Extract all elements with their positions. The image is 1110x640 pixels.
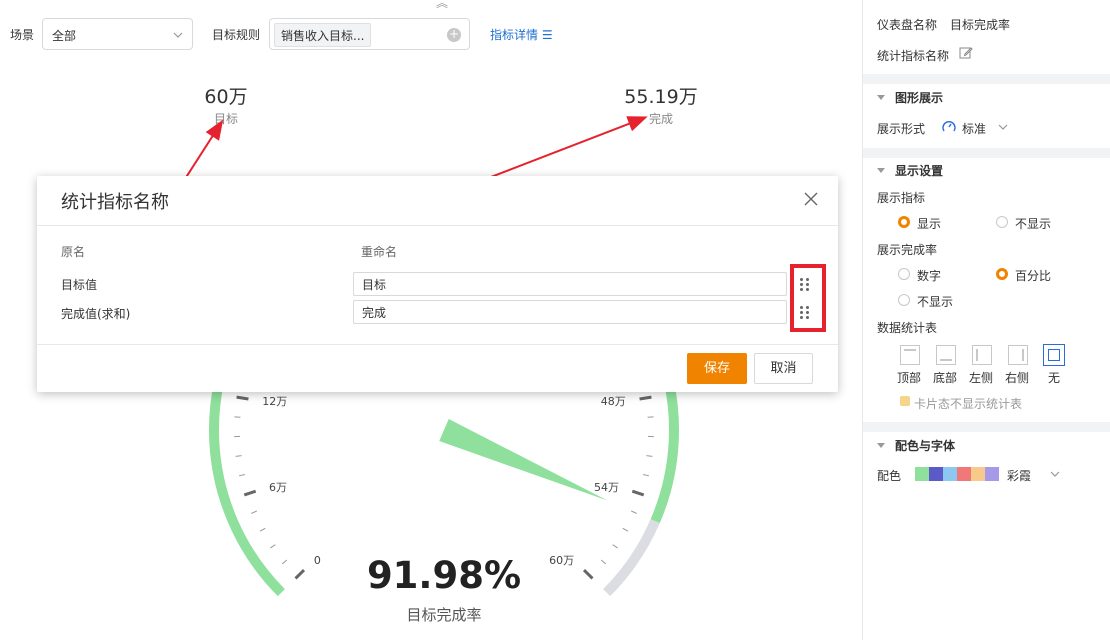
gauge-minor-tick — [238, 474, 246, 477]
gauge-tick-label: 60万 — [549, 554, 574, 567]
gauge-minor-tick — [642, 474, 650, 477]
radio-hide-label: 不显示 — [1015, 217, 1052, 231]
radio-rate-number-label: 数字 — [917, 269, 942, 283]
data-table-label: 数据统计表 — [877, 321, 938, 335]
divider — [37, 225, 838, 226]
collapse-triangle-icon — [877, 443, 885, 448]
gauge-major-tick — [294, 568, 306, 580]
gauge-minor-tick — [281, 559, 288, 565]
palette-value: 彩霞 — [1007, 469, 1032, 483]
stat-name-label: 统计指标名称 — [877, 49, 950, 63]
gauge-minor-tick — [622, 527, 629, 532]
gauge-tick-label: 54万 — [594, 481, 619, 494]
rename-input[interactable] — [353, 300, 787, 324]
gauge-major-tick — [631, 489, 645, 497]
divider — [37, 344, 838, 345]
table-bottom-label: 底部 — [933, 371, 958, 385]
table-right-label: 右侧 — [1005, 371, 1030, 385]
display-form-label: 展示形式 — [877, 122, 926, 136]
col-original-header: 原名 — [61, 245, 86, 259]
save-button[interactable]: 保存 — [687, 353, 747, 384]
collapse-triangle-icon — [877, 95, 885, 100]
gauge-major-tick — [236, 395, 249, 401]
show-rate-label: 展示完成率 — [877, 243, 938, 257]
completion-label: 目标完成率 — [406, 606, 482, 624]
show-indicator-label: 展示指标 — [877, 191, 926, 205]
dashboard-name-label: 仪表盘名称 — [877, 18, 938, 32]
radio-rate-number[interactable] — [898, 268, 910, 280]
palette-swatch — [943, 467, 957, 481]
gauge-minor-tick — [270, 544, 276, 549]
section-separator — [863, 422, 1110, 432]
color-section-title: 配色与字体 — [895, 439, 956, 453]
completion-percent: 91.98% — [366, 554, 522, 597]
display-section-title: 显示设置 — [895, 164, 944, 178]
original-name: 目标值 — [61, 278, 98, 292]
close-icon[interactable] — [802, 190, 820, 208]
graph-section-header[interactable]: 图形展示 — [877, 89, 943, 106]
edit-icon[interactable] — [959, 46, 973, 60]
dashboard-canvas: ︽ 场景 全部 目标规则 销售收入目标... + 指标详情 ☰ 60万 目标 5… — [0, 0, 862, 640]
gauge-tick-label: 6万 — [269, 481, 287, 494]
palette-swatch — [915, 467, 929, 481]
table-bottom-icon[interactable] — [936, 345, 956, 365]
section-separator — [863, 74, 1110, 84]
table-top-icon[interactable] — [900, 345, 920, 365]
table-left-label: 左侧 — [969, 371, 994, 385]
gauge-major-tick — [639, 395, 652, 401]
palette-swatch — [929, 467, 943, 481]
radio-rate-none-label: 不显示 — [917, 295, 954, 309]
table-left-icon[interactable] — [972, 345, 992, 365]
radio-show[interactable] — [898, 216, 910, 228]
gauge-major-tick — [582, 568, 594, 580]
radio-rate-percent-label: 百分比 — [1015, 269, 1052, 283]
card-hide-label: 卡片态不显示统计表 — [914, 397, 1023, 411]
settings-panel: 仪表盘名称 目标完成率 统计指标名称 图形展示 展示形式 标准 显示设置 展示指… — [862, 0, 1110, 640]
cancel-button[interactable]: 取消 — [754, 353, 813, 384]
radio-rate-percent[interactable] — [996, 268, 1008, 280]
table-none-label: 无 — [1048, 371, 1061, 385]
table-top-label: 顶部 — [897, 371, 922, 385]
display-form-value: 标准 — [962, 122, 987, 136]
radio-show-label: 显示 — [917, 217, 942, 231]
card-hide-checkbox[interactable] — [900, 396, 910, 406]
palette-label: 配色 — [877, 469, 902, 483]
color-section-header[interactable]: 配色与字体 — [877, 437, 955, 454]
gauge-minor-tick — [631, 510, 637, 514]
gauge-tick-label: 12万 — [262, 395, 287, 408]
graph-section-title: 图形展示 — [895, 91, 944, 105]
gauge-minor-tick — [646, 455, 653, 457]
gauge-icon — [942, 121, 956, 132]
original-name: 完成值(求和) — [61, 307, 131, 321]
rename-input[interactable] — [353, 272, 787, 296]
palette-swatch — [985, 467, 999, 481]
palette-swatch — [971, 467, 985, 481]
gauge-tick-label: 48万 — [601, 395, 626, 408]
gauge-minor-tick — [235, 455, 242, 457]
dashboard-name-value[interactable]: 目标完成率 — [950, 16, 1010, 33]
radio-hide[interactable] — [996, 216, 1008, 228]
collapse-triangle-icon — [877, 168, 885, 173]
table-right-icon[interactable] — [1008, 345, 1028, 365]
gauge-minor-tick — [259, 527, 266, 532]
col-rename-header: 重命名 — [361, 245, 398, 259]
palette-swatch — [957, 467, 971, 481]
gauge-major-tick — [243, 489, 257, 497]
gauge-minor-tick — [612, 544, 618, 549]
gauge-minor-tick — [251, 510, 257, 514]
dialog-title: 统计指标名称 — [61, 192, 169, 213]
display-section-header[interactable]: 显示设置 — [877, 162, 943, 179]
section-separator — [863, 148, 1110, 158]
display-form-select[interactable]: 标准 — [941, 117, 1008, 137]
gauge-minor-tick — [600, 559, 607, 565]
rename-dialog: 统计指标名称 原名 重命名 目标值 完成值(求和) 保存 取消 — [37, 176, 838, 392]
gauge-needle — [439, 418, 608, 501]
chevron-down-icon — [998, 124, 1008, 130]
table-none-icon[interactable] — [1043, 344, 1065, 366]
radio-rate-none[interactable] — [898, 294, 910, 306]
gauge-track-arc — [603, 519, 660, 597]
annotation-highlight-box — [790, 264, 826, 332]
gauge-tick-label: 0 — [314, 554, 321, 567]
chevron-down-icon — [1050, 471, 1060, 477]
